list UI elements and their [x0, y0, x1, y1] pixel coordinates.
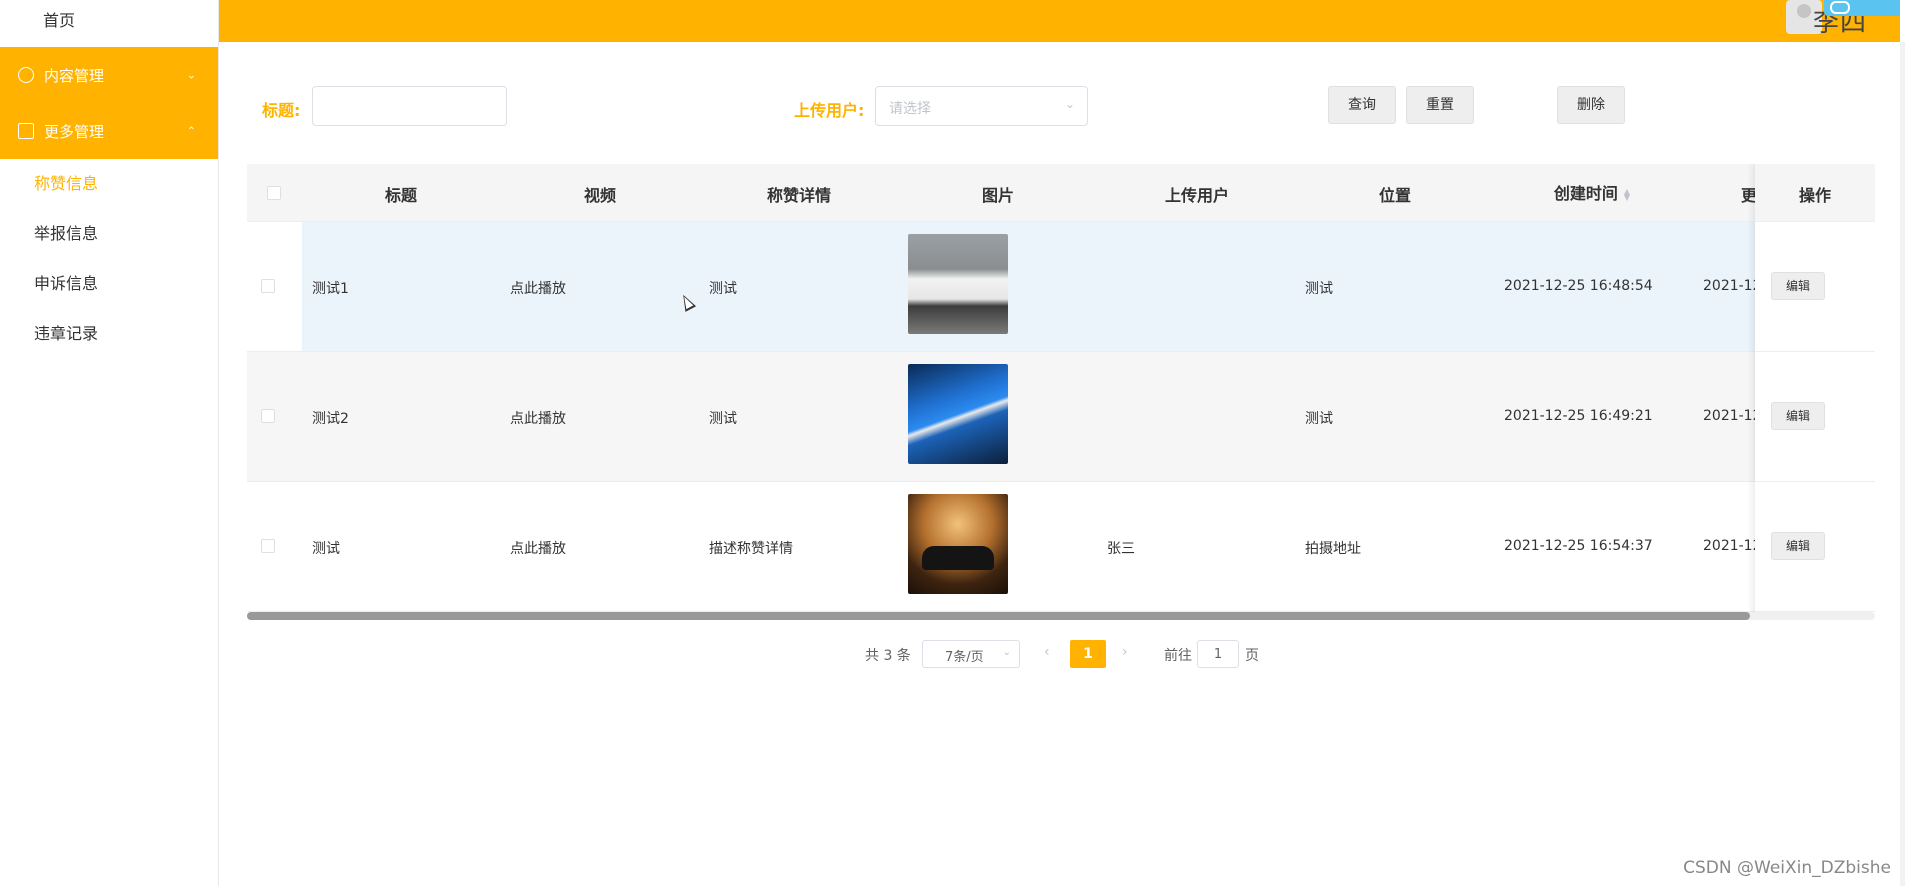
- data-table: 标题 视频 称赞详情 图片 上传用户 位置 创建时间 ▲ ▼ 更 测试1 点此播放 …: [247, 164, 1875, 616]
- cell-location: 拍摄地址: [1305, 541, 1361, 557]
- column-header-detail: 称赞详情: [766, 186, 832, 205]
- goto-page-input[interactable]: [1197, 640, 1239, 668]
- cell-updated: 2021-12: [1703, 538, 1762, 554]
- query-button[interactable]: 查询: [1328, 86, 1396, 124]
- table-header: 标题 视频 称赞详情 图片 上传用户 位置 创建时间 ▲ ▼ 更: [247, 164, 1875, 222]
- column-header-label: 创建时间: [1553, 184, 1618, 203]
- cell-video-link[interactable]: 点此播放: [510, 408, 566, 428]
- uploader-select[interactable]: 请选择 ⌄: [875, 86, 1088, 126]
- cell-image[interactable]: [908, 494, 1008, 594]
- chevron-down-icon: ⌄: [1064, 97, 1075, 111]
- edit-button[interactable]: 编辑: [1771, 532, 1825, 560]
- watermark: CSDN @WeiXin_DZbishe: [1683, 858, 1891, 878]
- search-bar: 标题: 上传用户: 请选择 ⌄ 查询 重置 删除: [262, 86, 1642, 126]
- column-header-action: 操作: [1798, 186, 1832, 205]
- select-all-checkbox[interactable]: [267, 186, 281, 200]
- sidebar-item-label: 称赞信息: [34, 174, 99, 193]
- cell-image[interactable]: [908, 234, 1008, 334]
- sidebar-group-label: 更多管理: [44, 122, 105, 141]
- cell-created: 2021-12-25 16:48:54: [1504, 278, 1653, 294]
- top-bar: 李四: [219, 0, 1900, 42]
- chevron-down-icon: ⌄: [186, 68, 196, 82]
- fixed-action-column: 操作 编辑 编辑 编辑: [1755, 164, 1875, 616]
- page-suffix: 页: [1245, 648, 1259, 664]
- action-cell: 编辑: [1755, 352, 1875, 482]
- cell-uploader: 张三: [1107, 541, 1135, 557]
- action-cell: 编辑: [1755, 222, 1875, 352]
- goto-label: 前往: [1164, 648, 1192, 664]
- title-input[interactable]: [312, 86, 507, 126]
- delete-button[interactable]: 删除: [1557, 86, 1625, 124]
- column-header-location: 位置: [1378, 186, 1412, 205]
- sidebar-item-label: 违章记录: [34, 324, 99, 343]
- column-header-created[interactable]: 创建时间 ▲ ▼: [1554, 180, 1630, 204]
- uploader-label: 上传用户:: [794, 101, 865, 120]
- link-icon: [1830, 1, 1850, 14]
- edit-button[interactable]: 编辑: [1771, 402, 1825, 430]
- sidebar-item-appeal[interactable]: 申诉信息: [0, 259, 218, 309]
- pagination-total: 共 3 条: [865, 648, 911, 664]
- page-number-current[interactable]: 1: [1070, 640, 1106, 668]
- column-header-title: 标题: [384, 186, 418, 205]
- pagination: 共 3 条 7条/页 ⌄ ‹ 1 › 前往 页: [0, 640, 1905, 668]
- corner-badge[interactable]: [1824, 0, 1900, 16]
- vertical-scrollbar[interactable]: [1900, 42, 1905, 886]
- column-header-video: 视频: [583, 186, 617, 205]
- sidebar-group-label: 内容管理: [44, 66, 105, 85]
- cell-created: 2021-12-25 16:54:37: [1504, 538, 1653, 554]
- cell-updated: 2021-12: [1703, 408, 1762, 424]
- sidebar-group-more[interactable]: 更多管理 ⌃: [0, 103, 218, 159]
- table-row: 测试2 点此播放 测试 测试 2021-12-25 16:49:21 2021-…: [247, 352, 1875, 482]
- prev-page-icon[interactable]: ‹: [1044, 644, 1050, 660]
- sidebar-item-praise[interactable]: 称赞信息: [0, 159, 218, 209]
- copy-icon: [18, 123, 34, 139]
- cell-detail: 测试: [709, 411, 737, 427]
- chevron-down-icon: ⌄: [1002, 647, 1011, 658]
- title-label: 标题:: [262, 101, 301, 120]
- sidebar-item-report[interactable]: 举报信息: [0, 209, 218, 259]
- row-checkbox[interactable]: [261, 409, 275, 423]
- cell-created: 2021-12-25 16:49:21: [1504, 408, 1653, 424]
- sidebar-group-content[interactable]: 内容管理 ⌄: [0, 47, 218, 103]
- cell-title: 测试1: [312, 281, 349, 297]
- uploader-placeholder: 请选择: [889, 101, 931, 117]
- cell-location: 测试: [1305, 411, 1333, 427]
- chevron-up-icon: ⌃: [186, 124, 196, 138]
- row-checkbox[interactable]: [261, 279, 275, 293]
- edit-button[interactable]: 编辑: [1771, 272, 1825, 300]
- sidebar-item-label: 举报信息: [34, 224, 99, 243]
- next-page-icon[interactable]: ›: [1122, 644, 1128, 660]
- page-size-select[interactable]: 7条/页 ⌄: [922, 640, 1020, 668]
- row-checkbox[interactable]: [261, 539, 275, 553]
- horizontal-scrollbar-thumb[interactable]: [247, 612, 1750, 620]
- page-size-value: 7条/页: [945, 650, 984, 665]
- sidebar: 首页 内容管理 ⌄ 更多管理 ⌃ 称赞信息 举报信息 申诉信息 违章记录: [0, 0, 219, 886]
- cell-title: 测试: [312, 541, 340, 557]
- sidebar-item-violation[interactable]: 违章记录: [0, 309, 218, 359]
- column-header-image: 图片: [981, 186, 1015, 205]
- cell-title: 测试2: [312, 411, 349, 427]
- chat-icon: [18, 67, 34, 83]
- cell-detail: 描述称赞详情: [709, 541, 793, 557]
- sidebar-item-label: 申诉信息: [34, 274, 99, 293]
- cell-updated: 2021-12: [1703, 278, 1762, 294]
- column-header-uploader: 上传用户: [1164, 186, 1230, 205]
- sort-icon[interactable]: ▲ ▼: [1624, 187, 1630, 201]
- cell-detail: 测试: [709, 281, 737, 297]
- column-header-action-cell: 操作: [1755, 164, 1875, 222]
- cell-location: 测试: [1305, 281, 1333, 297]
- reset-button[interactable]: 重置: [1406, 86, 1474, 124]
- sidebar-item-home[interactable]: 首页: [0, 0, 218, 47]
- action-cell: 编辑: [1755, 482, 1875, 612]
- cell-video-link[interactable]: 点此播放: [510, 538, 566, 558]
- table-row: 测试1 点此播放 测试 测试 2021-12-25 16:48:54 2021-…: [247, 222, 1875, 352]
- sidebar-item-label: 首页: [43, 11, 76, 30]
- cell-video-link[interactable]: 点此播放: [510, 278, 566, 298]
- table-row: 测试 点此播放 描述称赞详情 张三 拍摄地址 2021-12-25 16:54:…: [247, 482, 1875, 612]
- cell-image[interactable]: [908, 364, 1008, 464]
